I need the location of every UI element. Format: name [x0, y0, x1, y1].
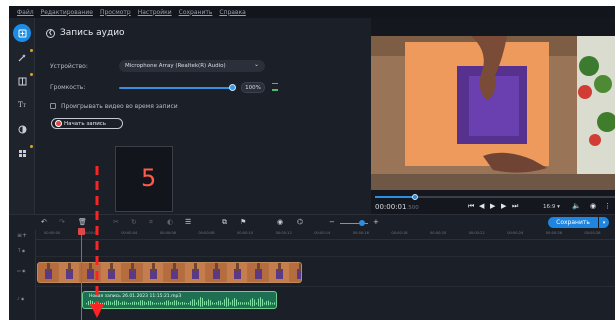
text-track-icon[interactable]: T ◉ — [18, 248, 25, 253]
panel-title: Запись аудио — [60, 28, 125, 38]
ruler-tick-label: 00:00:12 — [275, 231, 292, 235]
audio-track-icon[interactable]: ♪ ◉ — [17, 296, 24, 301]
ruler-tick-label: 00:00:18 — [391, 231, 408, 235]
zoom-in-icon[interactable]: + — [373, 218, 379, 226]
preview-time-fraction: .500 — [406, 205, 419, 211]
volume-meter-icon — [272, 83, 278, 91]
annotation-arrow — [90, 166, 104, 318]
menu-help[interactable]: Справка — [219, 9, 245, 16]
save-options-button[interactable]: ▾ — [599, 217, 609, 228]
menu-file[interactable]: Файл — [17, 9, 34, 16]
menu-edit[interactable]: Редактирование — [41, 9, 93, 16]
text-icon[interactable]: TT — [13, 96, 31, 114]
more-menu-icon[interactable]: ⋮ — [604, 202, 611, 210]
undo-icon[interactable]: ↶ — [41, 218, 47, 226]
record-audio-icon[interactable]: ◉ — [277, 218, 283, 226]
cut-icon[interactable]: ✂ — [113, 218, 119, 226]
ruler-tick-label: 00:00:24 — [507, 231, 524, 235]
video-clip[interactable] — [37, 262, 302, 283]
ruler-tick-label: 00:00:00 — [44, 231, 61, 235]
preview-progress-handle[interactable] — [412, 194, 418, 200]
magic-wand-icon[interactable] — [13, 48, 33, 66]
snapshot-icon[interactable]: ◉ — [590, 202, 596, 210]
track-headers: ≡+ T ◉ ▭ ◉ ♪ ◉ — [9, 230, 36, 320]
start-recording-label: Начать запись — [64, 120, 107, 127]
preview-controls: 00:00:01.500 ⏮ ◀ ▶ ▶ ⏭ 16:9 ▾ 🔈 ◉ ⋮ — [371, 194, 615, 214]
zoom-slider-handle[interactable] — [359, 220, 365, 226]
audio-clip[interactable]: Новая запись 26.01.2023 11:15:21.mp3 — [82, 291, 277, 309]
device-value: Microphone Array (Realtek(R) Audio) — [125, 63, 226, 69]
preview-time: 00:00:01.500 — [375, 203, 419, 211]
more-tools-icon[interactable] — [13, 144, 33, 162]
back-icon[interactable]: ❮ — [46, 28, 55, 38]
audio-record-panel: ❮ Запись аудио Устройство: Microphone Ar… — [36, 18, 369, 214]
play-video-label: Проигрывать видео во время записи — [61, 103, 178, 110]
track-divider — [36, 256, 615, 257]
chevron-down-icon: ⌄ — [253, 61, 259, 68]
badge-dot — [30, 49, 33, 52]
ruler-tick-label: 00:00:28 — [584, 231, 601, 235]
playhead-handle[interactable] — [78, 228, 85, 235]
webcam-icon[interactable]: ⌬ — [297, 218, 303, 226]
clip-properties-icon[interactable]: ◐ — [167, 218, 173, 226]
menu-save[interactable]: Сохранить — [179, 9, 213, 16]
badge-dot — [30, 73, 33, 76]
import-icon[interactable] — [13, 24, 31, 42]
ruler-tick-label: 00:00:08 — [198, 231, 215, 235]
zoom-out-icon[interactable]: − — [329, 218, 335, 226]
video-preview: 00:00:01.500 ⏮ ◀ ▶ ▶ ⏭ 16:9 ▾ 🔈 ◉ ⋮ — [371, 18, 615, 214]
play-icon[interactable]: ▶ — [490, 202, 495, 210]
playhead[interactable] — [81, 229, 82, 320]
step-forward-icon[interactable]: ▶ — [501, 202, 506, 210]
app-window: Файл Редактирование Просмотр Настройки С… — [9, 6, 615, 320]
volume-label: Громкость: — [50, 84, 86, 91]
preview-progress-fill — [375, 196, 415, 198]
record-icon — [56, 121, 61, 126]
track-divider — [36, 286, 615, 287]
skip-forward-icon[interactable]: ⏭ — [512, 202, 518, 211]
ruler-tick-label: 00:00:04 — [121, 231, 138, 235]
volume-slider-track[interactable] — [119, 87, 231, 89]
badge-dot — [30, 145, 33, 148]
ruler-tick-label: 00:00:14 — [314, 231, 331, 235]
menu-settings[interactable]: Настройки — [138, 9, 172, 16]
step-back-icon[interactable]: ◀ — [479, 202, 484, 210]
filters-icon[interactable] — [13, 72, 33, 90]
left-toolbar: TT — [9, 18, 35, 214]
save-button[interactable]: Сохранить — [548, 217, 598, 228]
step-number: 5 — [141, 164, 157, 192]
ruler-tick-label: 00:00:06 — [159, 231, 176, 235]
overlay-icon[interactable]: ⧉ — [222, 218, 227, 227]
volume-value-field[interactable]: 100% — [241, 82, 265, 93]
volume-slider-handle[interactable] — [229, 84, 236, 91]
menu-view[interactable]: Просмотр — [100, 9, 131, 16]
redo-icon[interactable]: ↷ — [59, 218, 65, 226]
crop-icon[interactable]: ⌗ — [149, 218, 153, 227]
start-recording-button[interactable]: Начать запись — [51, 118, 123, 129]
volume-icon[interactable]: 🔈 — [572, 202, 581, 210]
device-select[interactable]: Microphone Array (Realtek(R) Audio) ⌄ — [119, 60, 265, 72]
video-track-icon[interactable]: ▭ ◉ — [17, 268, 26, 273]
ruler-tick-label: 00:00:10 — [237, 231, 254, 235]
transitions-icon[interactable] — [13, 120, 31, 138]
preview-time-current: 00:00:01 — [375, 203, 407, 211]
add-track-icon[interactable]: ≡+ — [17, 232, 27, 239]
aspect-ratio-select[interactable]: 16:9 ▾ — [543, 204, 560, 210]
menu-bar: Файл Редактирование Просмотр Настройки С… — [9, 6, 615, 18]
ruler-tick-label: 00:00:22 — [468, 231, 485, 235]
ruler-tick-label: 00:00:26 — [545, 231, 562, 235]
adjust-icon[interactable]: ☰ — [185, 218, 191, 226]
preview-frame — [371, 36, 615, 190]
device-label: Устройство: — [50, 63, 88, 70]
timeline-ruler[interactable]: 00:00:00 00:00:02 00:00:04 00:00:06 00:00:08… — [36, 230, 615, 240]
ruler-tick-label: 00:00:16 — [352, 231, 369, 235]
play-video-checkbox[interactable] — [50, 103, 56, 109]
video-clip-thumbnails — [38, 263, 301, 282]
panel-header: ❮ Запись аудио — [46, 28, 125, 38]
rotate-icon[interactable]: ↻ — [131, 218, 137, 226]
ruler-tick-label: 00:00:20 — [430, 231, 447, 235]
skip-back-icon[interactable]: ⏮ — [468, 202, 474, 211]
marker-icon[interactable]: ⚑ — [240, 218, 246, 226]
delete-icon[interactable]: 🗑 — [78, 218, 87, 226]
